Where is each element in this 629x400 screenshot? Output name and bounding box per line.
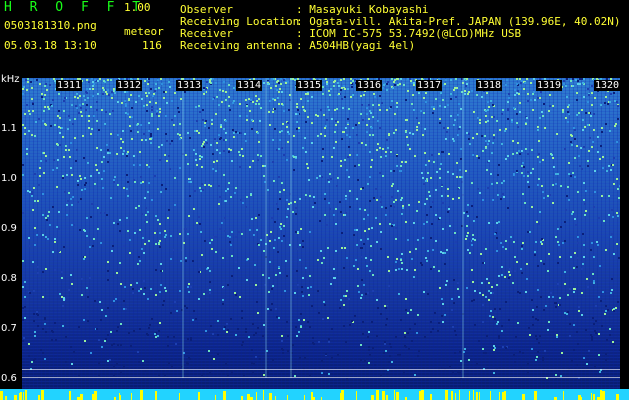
time-label: 1313 (176, 80, 203, 91)
time-label: 1316 (356, 80, 383, 91)
time-label: 1314 (236, 80, 263, 91)
signal-tick (451, 391, 453, 400)
signal-tick (499, 392, 500, 400)
mode-label: meteor (124, 25, 164, 38)
signal-tick (270, 394, 272, 400)
image-filename: 0503181310.png (4, 19, 97, 32)
signal-tick (430, 394, 432, 400)
time-label: 1311 (56, 80, 83, 91)
time-label: 1317 (416, 80, 443, 91)
signal-tick (215, 395, 216, 400)
spectrogram (22, 78, 620, 399)
signal-tick (304, 395, 305, 400)
antenna-label: Receiving antenna (180, 39, 293, 52)
datetime-label: 05.03.18 13:10 (4, 39, 97, 52)
signal-tick (131, 393, 132, 400)
signal-strength-bar (0, 389, 629, 400)
signal-tick (490, 391, 491, 400)
signal-tick (602, 391, 605, 400)
signal-tick (396, 392, 399, 400)
signal-tick (522, 395, 525, 400)
signal-tick (0, 396, 3, 400)
signal-tick (382, 391, 385, 400)
signal-tick (394, 390, 395, 400)
signal-tick (421, 390, 424, 400)
y-tick-label: 1.1 (1, 123, 17, 134)
y-tick-label: 0.7 (1, 323, 17, 334)
signal-tick (23, 392, 24, 400)
signal-tick (311, 392, 313, 400)
signal-tick (256, 392, 257, 400)
signal-tick (356, 391, 357, 400)
signal-tick (198, 392, 200, 400)
reference-line (22, 369, 620, 370)
signal-tick (275, 396, 276, 400)
signal-tick (179, 393, 180, 400)
signal-tick (534, 391, 537, 400)
time-label: 1312 (116, 80, 143, 91)
y-tick-label: 0.6 (1, 373, 17, 384)
app-version: 1.00 (124, 1, 151, 14)
y-tick-label: 1.0 (1, 173, 17, 184)
header-panel: H R O F F T 1.00 0503181310.png meteor 0… (0, 0, 629, 76)
signal-tick (386, 395, 388, 400)
signal-tick (140, 390, 143, 400)
meteor-count: 116 (142, 39, 162, 52)
time-label: 1320 (594, 80, 621, 91)
signal-tick (578, 395, 581, 400)
signal-tick (616, 394, 619, 400)
time-label: 1318 (476, 80, 503, 91)
y-tick-label: 0.8 (1, 273, 17, 284)
signal-tick (92, 394, 95, 400)
signal-tick (376, 390, 379, 400)
signal-tick (223, 391, 226, 400)
signal-tick (593, 394, 595, 400)
signal-tick (287, 395, 288, 400)
signal-tick (20, 392, 22, 400)
signal-tick (371, 395, 374, 400)
time-label: 1319 (536, 80, 563, 91)
signal-tick (563, 391, 564, 400)
signal-tick (25, 390, 27, 400)
signal-tick (80, 394, 83, 400)
signal-tick (119, 393, 120, 400)
reference-line (22, 377, 620, 378)
signal-tick (155, 391, 157, 400)
y-tick-label: 0.9 (1, 223, 17, 234)
signal-tick (241, 396, 243, 400)
signal-tick (445, 390, 448, 400)
spectrogram-noise (22, 78, 620, 379)
signal-tick (476, 392, 478, 400)
signal-tick (469, 391, 470, 400)
signal-tick (600, 390, 602, 400)
signal-tick (14, 395, 17, 400)
antenna-value: : A504HB(yagi 4el) (296, 39, 416, 52)
signal-tick (473, 390, 474, 400)
signal-tick (504, 391, 506, 400)
signal-tick (41, 390, 44, 400)
signal-tick (459, 390, 460, 400)
time-label: 1315 (296, 80, 323, 91)
signal-tick (263, 390, 264, 400)
signal-tick (455, 393, 456, 400)
signal-tick (340, 393, 343, 400)
frequency-axis: 1.1 1.0 0.9 0.8 0.7 0.6 (0, 78, 22, 400)
signal-tick (5, 396, 7, 400)
signal-tick (591, 393, 592, 400)
signal-tick (69, 391, 71, 400)
signal-tick (38, 395, 40, 400)
signal-tick (120, 395, 121, 400)
signal-tick (479, 392, 480, 400)
